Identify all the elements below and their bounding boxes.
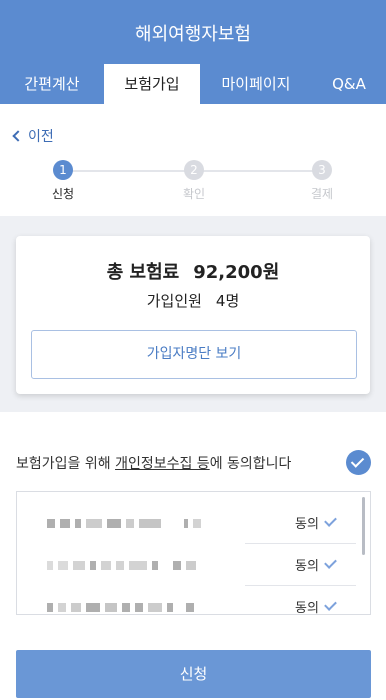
step-number: 3 [312,160,332,180]
premium-summary-card: 총 보험료 92,200원 가입인원 4명 가입자명단 보기 [16,236,370,394]
agreement-item[interactable]: 동의 [17,502,370,544]
view-member-list-button[interactable]: 가입자명단 보기 [31,330,357,379]
redacted-text [47,516,227,530]
consent-all-checkbox[interactable] [346,450,371,475]
step-number: 2 [184,160,204,180]
members-value: 4명 [215,292,240,310]
agreement-status: 동의 [295,517,319,532]
consent-text-before: 보험가입을 위해 [16,456,116,472]
members-row: 가입인원 4명 [16,290,370,311]
app-header: 해외여행자보험 간편계산 보험가입 마이페이지 Q&A [0,0,386,104]
agreement-item[interactable]: 동의 [17,544,370,586]
back-label: 이전 [28,129,54,145]
consent-text-after: 에 동의합니다 [209,456,292,472]
progress-steps: 1 신청 2 확인 3 결제 [0,160,386,202]
agreement-list: 동의 동의 동의 [16,491,371,615]
tab-quick-calc[interactable]: 간편계산 [0,64,104,104]
step-label: 확인 [182,187,206,201]
back-button[interactable]: 이전 [12,126,54,146]
step-number: 1 [53,160,73,180]
redacted-text [47,558,227,572]
check-icon [350,454,365,468]
tab-bar: 간편계산 보험가입 마이페이지 Q&A [0,64,386,104]
tab-insurance-signup[interactable]: 보험가입 [104,64,200,104]
check-icon [324,514,337,527]
tab-mypage[interactable]: 마이페이지 [200,64,312,104]
members-label: 가입인원 [146,292,202,310]
consent-text: 보험가입을 위해 개인정보수집 등에 동의합니다 [16,453,346,473]
step-confirm: 2 확인 [164,160,224,202]
chevron-left-icon [12,130,24,142]
premium-label: 총 보험료 [106,262,180,283]
privacy-collection-link[interactable]: 개인정보수집 등 [115,456,210,472]
premium-value: 92,200원 [193,262,280,283]
check-icon [324,556,337,569]
check-icon [324,598,337,611]
step-apply: 1 신청 [33,160,93,202]
tab-qna[interactable]: Q&A [312,64,386,104]
app-title: 해외여행자보험 [135,24,251,45]
agreement-list-scrollbar[interactable] [362,497,365,555]
agreement-status: 동의 [295,601,319,615]
redacted-text [47,600,227,614]
step-label: 신청 [51,187,75,201]
step-label: 결제 [310,187,334,201]
step-payment: 3 결제 [292,160,352,202]
agreement-status: 동의 [295,559,319,574]
submit-apply-button[interactable]: 신청 [16,650,371,698]
premium-row: 총 보험료 92,200원 [16,258,370,284]
agreement-item[interactable]: 동의 [17,586,370,615]
